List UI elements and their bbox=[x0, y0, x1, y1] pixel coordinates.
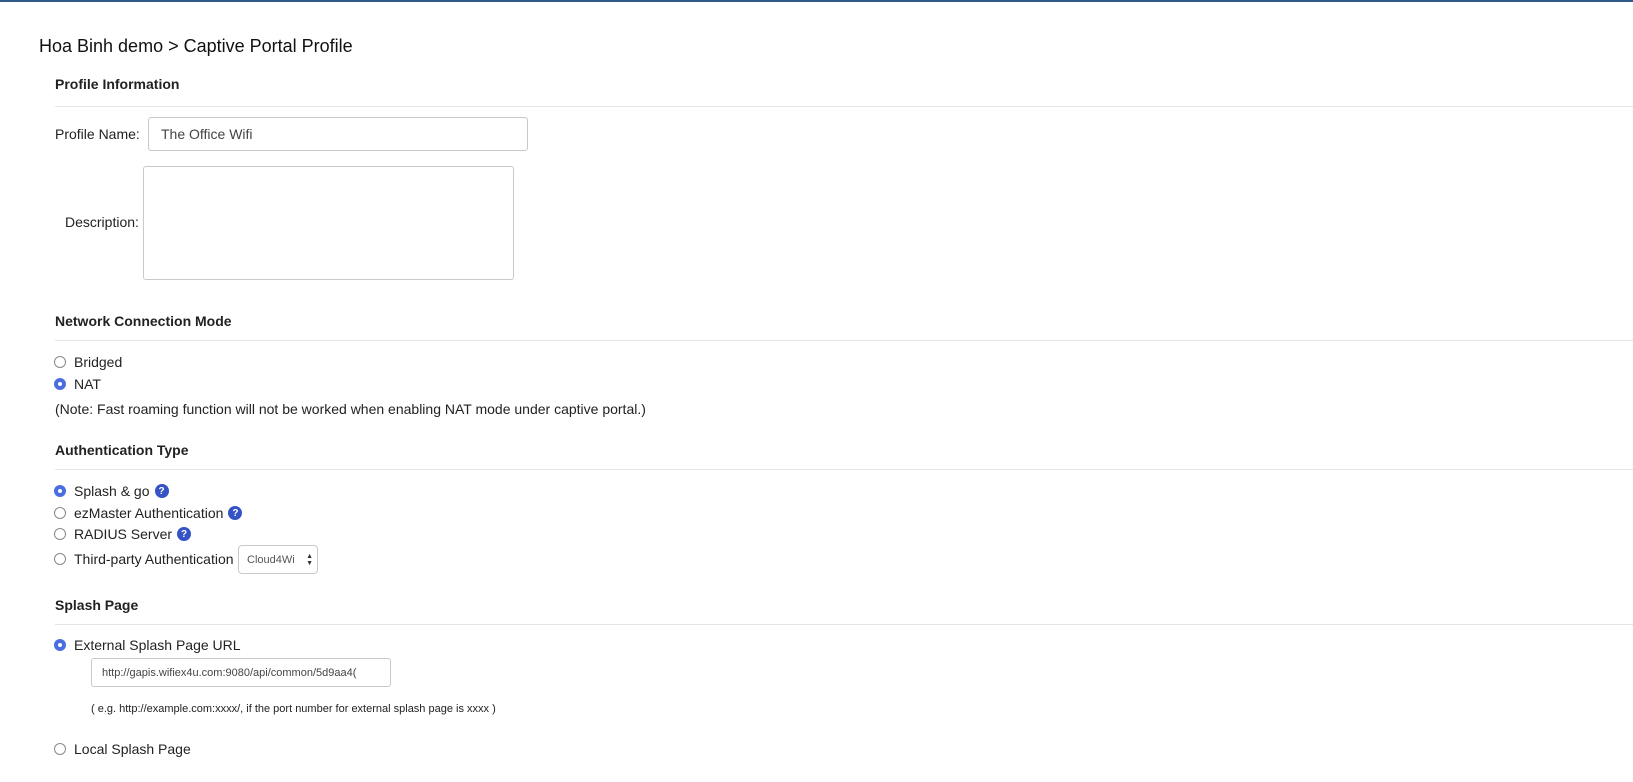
radio-option-third-party-authentication[interactable]: Third-party Authentication bbox=[54, 551, 234, 567]
radio-button-bridged[interactable] bbox=[54, 356, 66, 368]
radio-option-external-splash-page[interactable]: External Splash Page URL bbox=[54, 637, 241, 653]
top-border bbox=[0, 0, 1633, 2]
divider bbox=[55, 469, 1633, 470]
third-party-provider-select[interactable]: Cloud4Wi ▲ ▼ bbox=[238, 545, 318, 574]
divider bbox=[55, 340, 1633, 341]
radio-option-splash-and-go[interactable]: Splash & go ? bbox=[54, 483, 169, 499]
divider bbox=[55, 106, 1633, 107]
external-url-example-note: ( e.g. http://example.com:xxxx/, if the … bbox=[91, 703, 496, 715]
radio-button-ezmaster-authentication[interactable] bbox=[54, 507, 66, 519]
radio-label-splash-and-go: Splash & go bbox=[74, 483, 150, 499]
help-icon[interactable]: ? bbox=[228, 506, 243, 520]
external-splash-url-input[interactable]: http://gapis.wifiex4u.com:9080/api/commo… bbox=[91, 658, 391, 687]
section-heading-splash-page: Splash Page bbox=[55, 597, 139, 613]
third-party-provider-value: Cloud4Wi bbox=[247, 553, 295, 566]
radio-option-nat[interactable]: NAT bbox=[54, 376, 101, 392]
section-heading-profile-information: Profile Information bbox=[55, 76, 180, 92]
radio-label-local-splash-page: Local Splash Page bbox=[74, 741, 191, 757]
select-arrows-icon: ▲ ▼ bbox=[306, 553, 313, 567]
profile-name-label: Profile Name: bbox=[55, 126, 140, 142]
external-splash-url-value: http://gapis.wifiex4u.com:9080/api/commo… bbox=[102, 666, 357, 679]
radio-label-external-splash-page: External Splash Page URL bbox=[74, 637, 241, 653]
breadcrumb: Hoa Binh demo > Captive Portal Profile bbox=[39, 36, 353, 56]
radio-label-radius-server: RADIUS Server bbox=[74, 526, 173, 542]
help-icon[interactable]: ? bbox=[154, 484, 169, 498]
help-icon[interactable]: ? bbox=[177, 527, 192, 541]
radio-button-local-splash-page[interactable] bbox=[54, 743, 66, 755]
radio-button-third-party-authentication[interactable] bbox=[54, 553, 66, 565]
profile-name-value: The Office Wifi bbox=[161, 126, 253, 142]
radio-option-bridged[interactable]: Bridged bbox=[54, 354, 122, 370]
profile-name-input[interactable]: The Office Wifi bbox=[148, 117, 528, 151]
radio-label-bridged: Bridged bbox=[74, 354, 123, 370]
radio-label-third-party-authentication: Third-party Authentication bbox=[74, 551, 234, 567]
radio-button-nat[interactable] bbox=[54, 378, 66, 390]
divider bbox=[55, 624, 1633, 625]
radio-label-ezmaster-authentication: ezMaster Authentication bbox=[74, 505, 224, 521]
radio-option-local-splash-page[interactable]: Local Splash Page bbox=[54, 741, 191, 757]
radio-option-radius-server[interactable]: RADIUS Server ? bbox=[54, 526, 192, 542]
description-textarea[interactable] bbox=[143, 166, 514, 280]
description-label: Description: bbox=[65, 214, 139, 230]
radio-option-ezmaster-authentication[interactable]: ezMaster Authentication ? bbox=[54, 505, 243, 521]
section-heading-authentication-type: Authentication Type bbox=[55, 442, 189, 458]
radio-label-nat: NAT bbox=[74, 376, 101, 392]
section-heading-network-connection-mode: Network Connection Mode bbox=[55, 313, 232, 329]
radio-button-splash-and-go[interactable] bbox=[54, 485, 66, 497]
radio-button-external-splash-page[interactable] bbox=[54, 639, 66, 651]
radio-button-radius-server[interactable] bbox=[54, 528, 66, 540]
nat-note: (Note: Fast roaming function will not be… bbox=[55, 401, 646, 417]
